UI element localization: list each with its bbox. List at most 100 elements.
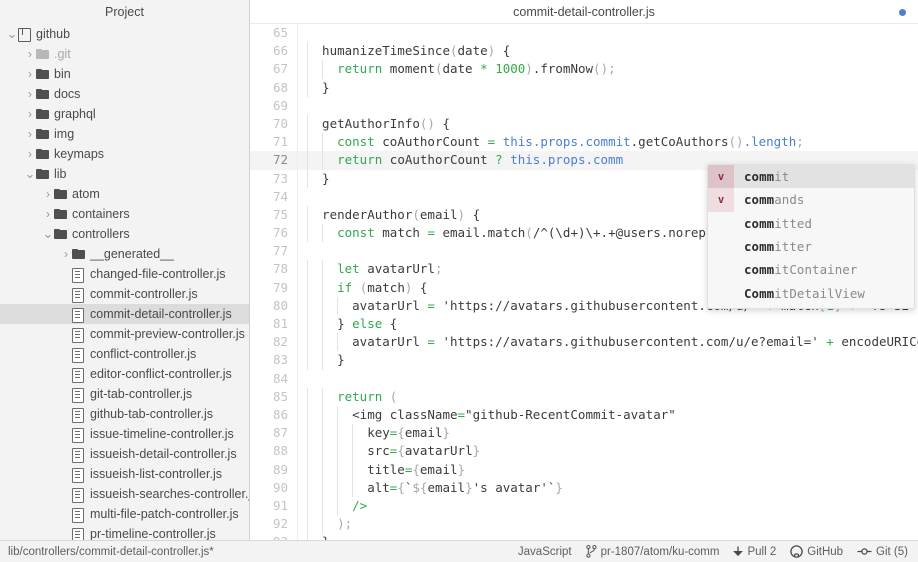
tree-file-item[interactable]: issueish-detail-controller.js: [0, 444, 249, 464]
status-git-button[interactable]: Git (5): [857, 546, 908, 558]
chevron-right-icon[interactable]: ›: [24, 128, 36, 140]
tree-file-item[interactable]: conflict-controller.js: [0, 344, 249, 364]
tree-file-item[interactable]: issueish-searches-controller.js: [0, 484, 249, 504]
tree-file-item[interactable]: commit-preview-controller.js: [0, 324, 249, 344]
chevron-right-icon[interactable]: ›: [24, 108, 36, 120]
autocomplete-item[interactable]: committed: [708, 212, 914, 235]
tree-folder-item[interactable]: ⌄ controllers: [0, 224, 249, 244]
autocomplete-suggestion-list[interactable]: v commit v commands committed committer commit…: [707, 164, 915, 309]
tree-folder-item[interactable]: › docs: [0, 84, 249, 104]
tree-file-item[interactable]: issueish-list-controller.js: [0, 464, 249, 484]
indent-guide: [307, 42, 308, 61]
status-file-path[interactable]: lib/controllers/commit-detail-controller…: [8, 546, 214, 558]
tree-item-icon-wrap: [72, 267, 90, 283]
code-line[interactable]: 81 } else {: [250, 315, 918, 334]
code-token: {: [382, 316, 398, 331]
chevron-right-icon[interactable]: ›: [24, 48, 36, 60]
code-token: return: [337, 152, 383, 168]
tree-file-item[interactable]: github-tab-controller.js: [0, 404, 249, 424]
tree-file-item[interactable]: issue-timeline-controller.js: [0, 424, 249, 444]
code-line-text: [297, 24, 918, 43]
tree-item-label: graphql: [54, 107, 96, 121]
status-grammar-button[interactable]: JavaScript: [518, 546, 572, 558]
chevron-down-icon[interactable]: ⌄: [24, 167, 36, 180]
status-branch-button[interactable]: pr-1807/atom/ku-comm: [585, 545, 719, 558]
status-github-button[interactable]: GitHub: [790, 545, 843, 558]
chevron-right-icon[interactable]: ›: [24, 68, 36, 80]
tree-file-item[interactable]: multi-file-patch-controller.js: [0, 504, 249, 524]
code-line[interactable]: 84: [250, 369, 918, 388]
tree-folder-item[interactable]: › __generated__: [0, 244, 249, 264]
tree-item-label: github: [36, 27, 71, 41]
code-line[interactable]: 82 avatarUrl = 'https://avatars.githubus…: [250, 333, 918, 352]
code-line[interactable]: 92 );: [250, 515, 918, 534]
line-number: 80: [272, 297, 288, 313]
indent-guide: [337, 333, 339, 352]
code-line[interactable]: 83 }: [250, 351, 918, 370]
code-line[interactable]: 89 title={email}: [250, 460, 918, 479]
code-line[interactable]: 86 <img className="github-RecentCommit-a…: [250, 405, 918, 425]
code-line[interactable]: 66 humanizeTimeSince(date) {: [250, 42, 918, 61]
code-line[interactable]: 85 return (: [250, 387, 918, 406]
code-line[interactable]: 87 key={email}: [250, 424, 918, 443]
tree-file-item[interactable]: changed-file-controller.js: [0, 264, 249, 284]
tree-file-item[interactable]: commit-controller.js: [0, 284, 249, 304]
tree-folder-item[interactable]: ⌄ github: [0, 24, 249, 44]
chevron-right-icon[interactable]: ›: [60, 248, 72, 260]
indent-guide: [322, 515, 324, 534]
tree-folder-item[interactable]: › atom: [0, 184, 249, 204]
suggestion-matched-prefix: comm: [744, 262, 775, 278]
tree-folder-item[interactable]: › img: [0, 124, 249, 144]
tree-folder-item[interactable]: › graphql: [0, 104, 249, 124]
code-token: email: [427, 479, 466, 495]
code-token: date: [457, 43, 488, 59]
autocomplete-item[interactable]: CommitDetailView: [708, 281, 914, 304]
code-line-text: humanizeTimeSince(date) {: [297, 42, 918, 61]
chevron-down-icon[interactable]: ⌄: [6, 27, 18, 40]
tree-file-item[interactable]: editor-conflict-controller.js: [0, 364, 249, 384]
indent-guide: [322, 496, 324, 516]
autocomplete-item[interactable]: v commit: [708, 165, 914, 189]
code-line[interactable]: 70 getAuthorInfo() {: [250, 114, 918, 134]
code-line[interactable]: 88 src={avatarUrl}: [250, 442, 918, 461]
active-tab-title[interactable]: commit-detail-controller.js: [250, 0, 918, 24]
code-line[interactable]: 93 }: [250, 533, 918, 540]
tree-folder-item[interactable]: ⌄ lib: [0, 164, 249, 184]
tree-file-item[interactable]: git-tab-controller.js: [0, 384, 249, 404]
chevron-right-icon[interactable]: ›: [42, 208, 54, 220]
suggestion-rest: itDetailView: [774, 285, 865, 301]
tree-item-icon-wrap: [72, 387, 90, 403]
tree-folder-item[interactable]: › keymaps: [0, 144, 249, 164]
indent-guide: [307, 260, 308, 279]
file-icon: [72, 307, 84, 323]
tree-view-scroller[interactable]: ⌄ github › .git › bin › docs › graphql › img › keymap…: [0, 24, 249, 540]
code-line[interactable]: 90 alt={`${email}'s avatar'`}: [250, 478, 918, 497]
tree-item-label: .git: [54, 47, 71, 61]
code-line[interactable]: 65: [250, 24, 918, 43]
autocomplete-item[interactable]: v commands: [708, 188, 914, 212]
chevron-right-icon[interactable]: ›: [24, 88, 36, 100]
code-line[interactable]: 91 />: [250, 496, 918, 516]
code-token: }: [307, 534, 330, 540]
chevron-right-icon[interactable]: ›: [24, 148, 36, 160]
chevron-down-icon[interactable]: ⌄: [42, 227, 54, 240]
tree-item-label: containers: [72, 207, 130, 221]
code-line[interactable]: 67 return moment(date * 1000).fromNow();: [250, 60, 918, 79]
code-line[interactable]: 68 }: [250, 78, 918, 97]
tree-folder-item[interactable]: › .git: [0, 44, 249, 64]
tree-folder-item[interactable]: › bin: [0, 64, 249, 84]
suggestion-matched-prefix: comm: [744, 169, 775, 185]
tree-item-label: issueish-searches-controller.js: [90, 487, 249, 501]
autocomplete-item[interactable]: commitContainer: [708, 258, 914, 281]
line-number: 82: [272, 334, 288, 350]
tree-folder-item[interactable]: › containers: [0, 204, 249, 224]
code-token: {: [397, 425, 405, 441]
autocomplete-item[interactable]: committer: [708, 235, 914, 258]
code-line-text: [297, 96, 918, 115]
chevron-right-icon[interactable]: ›: [42, 188, 54, 200]
code-line[interactable]: 71 const coAuthorCount = this.props.comm…: [250, 133, 918, 152]
tree-file-item[interactable]: commit-detail-controller.js: [0, 304, 249, 324]
code-line[interactable]: 69: [250, 96, 918, 115]
tree-file-item[interactable]: pr-timeline-controller.js: [0, 524, 249, 540]
status-pull-button[interactable]: Pull 2: [733, 546, 776, 558]
